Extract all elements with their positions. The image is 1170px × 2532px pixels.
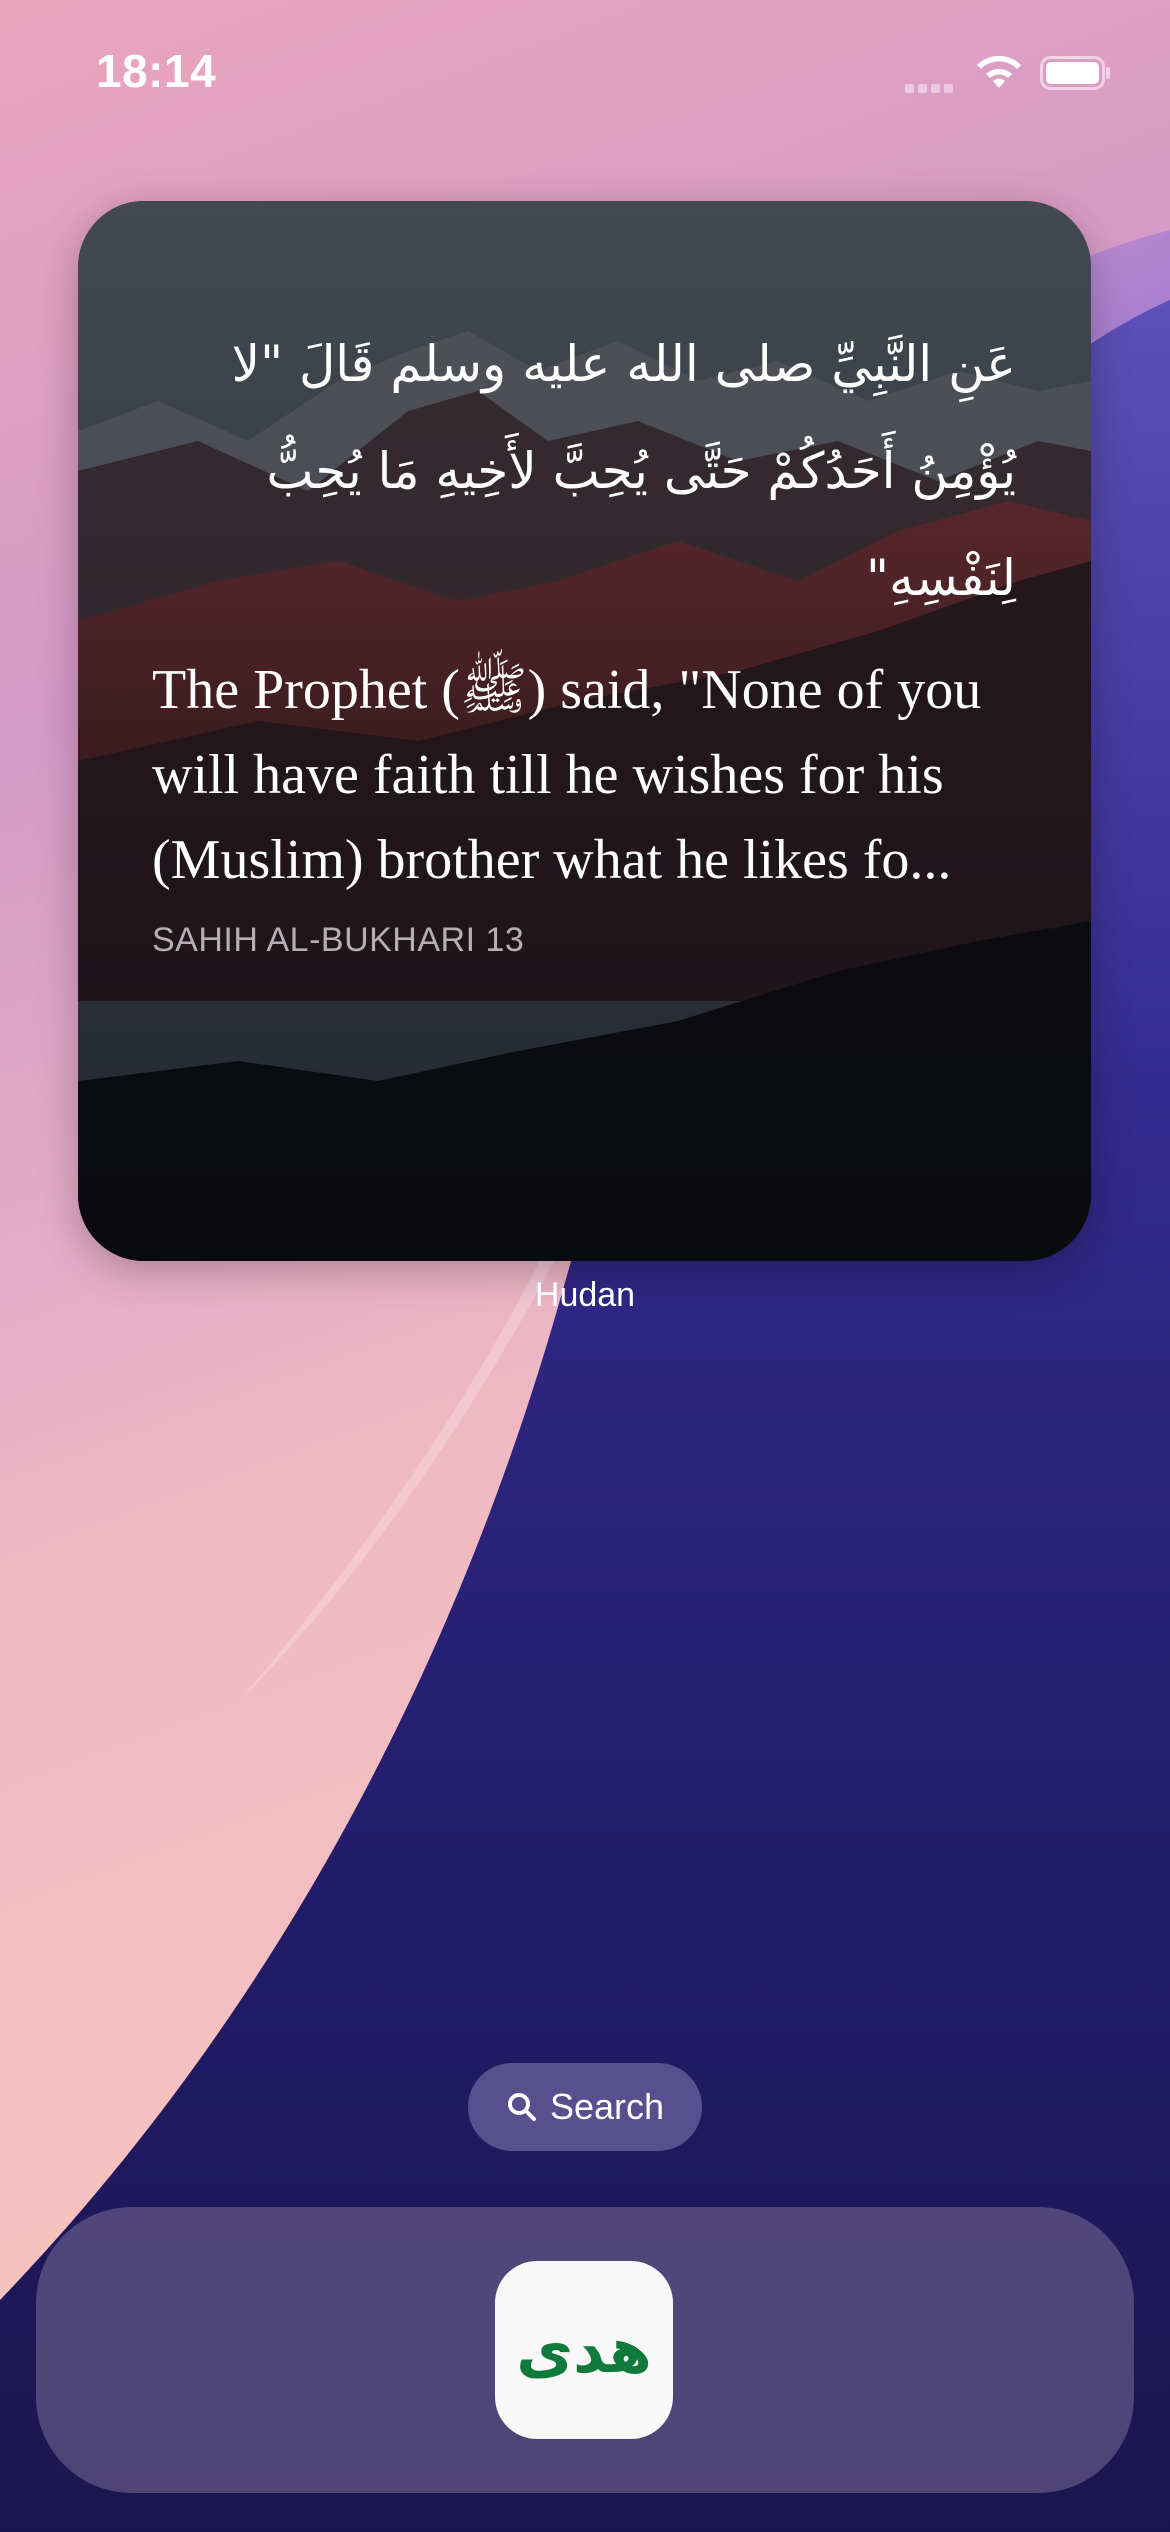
search-icon xyxy=(507,2093,536,2121)
status-bar: 18:14 xyxy=(0,0,1170,140)
widget-app-label: Hudan xyxy=(534,1276,636,1314)
search-label: Search xyxy=(549,2086,665,2127)
hudan-app-icon[interactable]: هدى xyxy=(495,2261,673,2439)
cellular-signal-icon xyxy=(905,80,957,93)
hudan-app-glyph: هدى xyxy=(516,2313,652,2387)
hadith-widget[interactable]: عَنِ النَّبِيِّ صلى الله عليه وسلم قَالَ… xyxy=(78,201,1091,1261)
battery-icon xyxy=(1040,56,1110,90)
hadith-arabic-text: عَنِ النَّبِيِّ صلى الله عليه وسلم قَالَ… xyxy=(231,335,1016,607)
hadith-english-text: The Prophet (ﷺ) said, "None of you will … xyxy=(152,659,982,891)
status-time: 18:14 xyxy=(96,45,217,97)
hadith-reference: SAHIH AL-BUKHARI 13 xyxy=(152,921,525,959)
search-button[interactable]: Search xyxy=(468,2063,702,2151)
wifi-icon xyxy=(977,55,1021,88)
dock: هدى xyxy=(36,2207,1134,2493)
